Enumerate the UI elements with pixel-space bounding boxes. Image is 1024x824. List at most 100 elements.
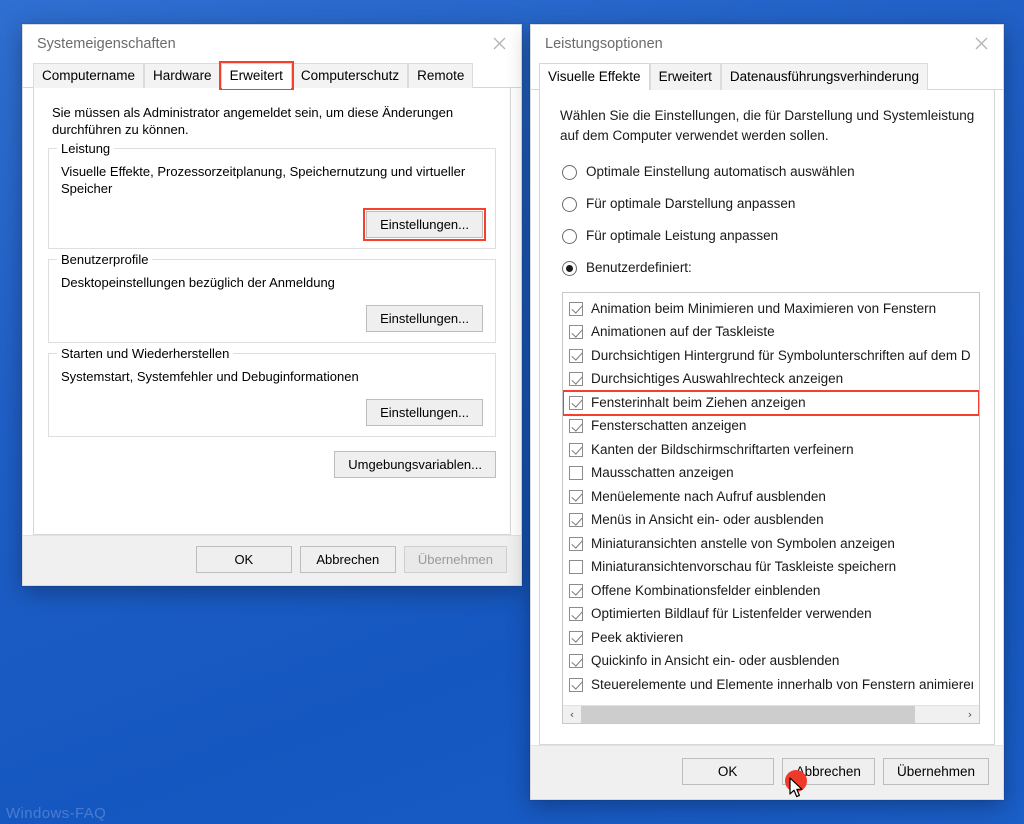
visual-effect-row[interactable]: Offene Kombinationsfelder einblenden <box>563 579 979 603</box>
visual-effect-label: Quickinfo in Ansicht ein- oder ausblende… <box>591 653 840 669</box>
checkbox-unchecked-icon[interactable] <box>569 560 583 575</box>
ok-button[interactable]: OK <box>681 758 774 785</box>
system-properties-tabpanel: Sie müssen als Administrator angemeldet … <box>33 88 511 535</box>
visual-effect-row[interactable]: Optimierten Bildlauf für Listenfelder ve… <box>563 603 979 627</box>
horizontal-scrollbar[interactable]: ‹ › <box>563 705 979 723</box>
visual-effect-label: Peek aktivieren <box>591 629 684 645</box>
visual-effect-row[interactable]: Animationen auf der Taskleiste <box>563 321 979 345</box>
close-icon[interactable] <box>959 25 1003 62</box>
checkbox-checked-icon[interactable] <box>569 325 583 340</box>
visual-effect-label: Durchsichtigen Hintergrund für Symbolunt… <box>591 347 971 363</box>
tab-remote[interactable]: Remote <box>408 63 474 88</box>
visual-effect-row[interactable]: Animation beim Minimieren und Maximieren… <box>563 297 979 321</box>
checkbox-unchecked-icon[interactable] <box>569 466 583 481</box>
close-icon[interactable] <box>477 25 521 62</box>
visual-effect-row[interactable]: Kanten der Bildschirmschriftarten verfei… <box>563 438 979 462</box>
visual-effect-row[interactable]: Menüs in Ansicht ein- oder ausblenden <box>563 509 979 533</box>
apply-button[interactable]: Übernehmen <box>882 758 989 785</box>
tab-computername[interactable]: Computername <box>33 63 145 88</box>
checkbox-checked-icon[interactable] <box>569 489 583 504</box>
cancel-button[interactable]: Abbrechen <box>299 546 396 573</box>
tab-erweitert[interactable]: Erweitert <box>649 63 721 90</box>
system-properties-titlebar: Systemeigenschaften <box>23 25 521 63</box>
visual-effect-row[interactable]: Fensterinhalt beim Ziehen anzeigen <box>563 390 979 416</box>
performance-options-window: Leistungsoptionen Visuelle Effekte Erwei… <box>530 24 1004 800</box>
tab-visuelle-effekte[interactable]: Visuelle Effekte <box>539 63 650 91</box>
radio-benutzerdefiniert[interactable]: Benutzerdefiniert: <box>562 260 980 276</box>
visual-effect-label: Durchsichtiges Auswahlrechteck anzeigen <box>591 371 844 387</box>
checkbox-checked-icon[interactable] <box>569 442 583 457</box>
scroll-left-arrow-icon[interactable]: ‹ <box>563 706 581 723</box>
scrollbar-track[interactable] <box>581 706 961 723</box>
checkbox-checked-icon[interactable] <box>569 677 583 692</box>
tab-label: Computerschutz <box>300 68 400 83</box>
checkbox-checked-icon[interactable] <box>569 419 583 434</box>
checkbox-checked-icon[interactable] <box>569 395 583 410</box>
visual-effect-row[interactable]: Menüelemente nach Aufruf ausblenden <box>563 485 979 509</box>
ok-button[interactable]: OK <box>195 546 292 573</box>
radio-icon-selected <box>562 260 577 276</box>
system-properties-title: Systemeigenschaften <box>37 36 176 52</box>
starten-einstellungen-button[interactable]: Einstellungen... <box>366 399 483 426</box>
visual-effect-label: Steuerelemente und Elemente innerhalb vo… <box>591 676 973 692</box>
visual-effect-row[interactable]: Steuerelemente und Elemente innerhalb vo… <box>563 673 979 697</box>
radio-optimale-leistung[interactable]: Für optimale Leistung anpassen <box>562 228 980 244</box>
umgebungsvariablen-button[interactable]: Umgebungsvariablen... <box>334 451 496 478</box>
checkbox-checked-icon[interactable] <box>569 654 583 669</box>
radio-label: Für optimale Leistung anpassen <box>586 228 779 243</box>
scrollbar-thumb[interactable] <box>581 706 916 723</box>
visual-effect-row[interactable]: Fensterschatten anzeigen <box>563 415 979 439</box>
cancel-button[interactable]: Abbrechen <box>781 758 875 785</box>
performance-options-titlebar: Leistungsoptionen <box>531 25 1003 63</box>
scroll-right-arrow-icon[interactable]: › <box>961 706 979 723</box>
tab-label: Erweitert <box>229 68 283 83</box>
checkbox-checked-icon[interactable] <box>569 536 583 551</box>
performance-options-tabpanel: Wählen Sie die Einstellungen, die für Da… <box>539 90 995 745</box>
leistung-einstellungen-button[interactable]: Einstellungen... <box>363 208 486 241</box>
group-starten-wiederherstellen: Starten und Wiederherstellen Systemstart… <box>48 346 496 437</box>
radio-label: Optimale Einstellung automatisch auswähl… <box>586 164 855 179</box>
tab-datenausfuehrungsverhinderung[interactable]: Datenausführungsverhinderung <box>720 63 928 90</box>
group-leistung: Leistung Visuelle Effekte, Prozessorzeit… <box>48 141 496 249</box>
performance-intro-text: Wählen Sie die Einstellungen, die für Da… <box>560 108 975 143</box>
visual-effect-row[interactable]: Mausschatten anzeigen <box>563 462 979 486</box>
visual-effects-listbox[interactable]: Animation beim Minimieren und Maximieren… <box>562 292 980 724</box>
visual-effect-label: Miniaturansichten anstelle von Symbolen … <box>591 535 895 551</box>
visual-effect-row[interactable]: Durchsichtiges Auswahlrechteck anzeigen <box>563 368 979 392</box>
checkbox-checked-icon[interactable] <box>569 583 583 598</box>
checkbox-checked-icon[interactable] <box>569 372 583 387</box>
tab-hardware[interactable]: Hardware <box>144 63 221 88</box>
visual-effect-row[interactable]: Quickinfo in Ansicht ein- oder ausblende… <box>563 650 979 674</box>
tab-label: Remote <box>417 68 465 83</box>
tab-label: Visuelle Effekte <box>548 69 641 84</box>
checkbox-checked-icon[interactable] <box>569 301 583 316</box>
benutzerprofile-einstellungen-button[interactable]: Einstellungen... <box>366 305 483 332</box>
tab-computerschutz[interactable]: Computerschutz <box>291 63 409 88</box>
performance-options-tabstrip: Visuelle Effekte Erweitert Datenausführu… <box>531 63 1003 91</box>
tab-label: Computername <box>42 68 136 83</box>
system-properties-footer: OK Abbrechen Übernehmen <box>23 535 521 585</box>
visual-effect-label: Miniaturansichtenvorschau für Taskleiste… <box>591 559 897 575</box>
desktop-watermark: Windows-FAQ <box>6 805 107 822</box>
visual-effect-row[interactable]: Durchsichtigen Hintergrund für Symbolunt… <box>563 344 979 368</box>
apply-button: Übernehmen <box>403 546 507 573</box>
group-legend: Starten und Wiederherstellen <box>57 346 234 361</box>
checkbox-checked-icon[interactable] <box>569 630 583 645</box>
tab-label: Datenausführungsverhinderung <box>729 69 919 84</box>
visual-effect-label: Animation beim Minimieren und Maximieren… <box>591 300 937 316</box>
tab-erweitert[interactable]: Erweitert <box>218 61 294 90</box>
radio-label: Für optimale Darstellung anpassen <box>586 196 796 211</box>
radio-optimale-darstellung[interactable]: Für optimale Darstellung anpassen <box>562 196 980 212</box>
visual-effect-label: Fensterschatten anzeigen <box>591 418 747 434</box>
checkbox-checked-icon[interactable] <box>569 348 583 363</box>
group-legend: Leistung <box>57 141 115 156</box>
visual-effect-row[interactable]: Miniaturansichtenvorschau für Taskleiste… <box>563 556 979 580</box>
visual-effect-row[interactable]: Peek aktivieren <box>563 626 979 650</box>
visual-effect-row[interactable]: Miniaturansichten anstelle von Symbolen … <box>563 532 979 556</box>
radio-icon <box>562 196 577 212</box>
tab-label: Erweitert <box>658 69 712 84</box>
radio-optimale-einstellung-automatisch[interactable]: Optimale Einstellung automatisch auswähl… <box>562 164 980 180</box>
checkbox-checked-icon[interactable] <box>569 607 583 622</box>
group-benutzerprofile: Benutzerprofile Desktopeinstellungen bez… <box>48 252 496 343</box>
checkbox-checked-icon[interactable] <box>569 513 583 528</box>
